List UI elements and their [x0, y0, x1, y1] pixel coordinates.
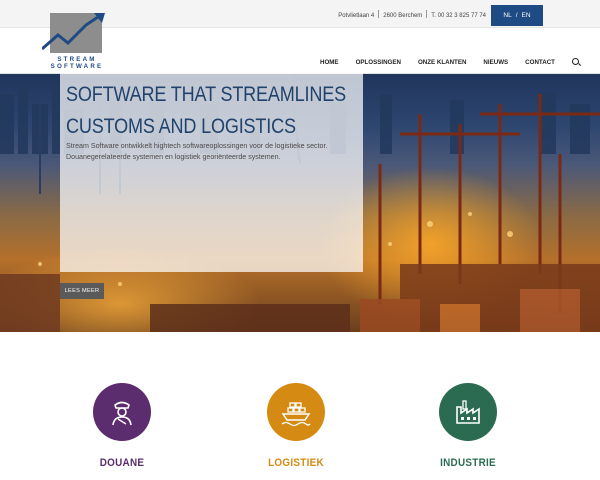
- search-icon[interactable]: [571, 58, 581, 67]
- logo-line-1: STREAM: [57, 56, 97, 63]
- factory-icon[interactable]: [439, 383, 497, 441]
- lang-nl-link[interactable]: NL: [503, 12, 511, 19]
- hero-description-line-1: Stream Software ontwikkelt hightech soft…: [66, 142, 328, 150]
- customs-officer-icon[interactable]: [93, 383, 151, 441]
- hero-title-line-1: SOFTWARE THAT STREAMLINES: [66, 83, 347, 106]
- city: 2600 Berchem: [383, 13, 423, 19]
- logo-text: STREAM SOFTWARE: [50, 56, 104, 70]
- phone-number[interactable]: T. 00 32 3 825 77 74: [431, 13, 486, 19]
- address: Potvlietlaan 4: [338, 13, 375, 19]
- language-switcher: NL / EN: [491, 5, 543, 26]
- contact-info: Potvlietlaan 4 2600 Berchem T. 00 32 3 825…: [338, 10, 486, 19]
- lang-en-link[interactable]: EN: [522, 12, 531, 19]
- feature-label-industrie[interactable]: INDUSTRIE: [405, 457, 531, 469]
- hero-title-line-2: CUSTOMS AND LOGISTICS: [66, 115, 296, 138]
- ship-icon[interactable]: [267, 383, 325, 441]
- nav-nieuws[interactable]: NIEUWS: [483, 59, 508, 66]
- feature-label-douane[interactable]: DOUANE: [59, 457, 185, 469]
- nav-oplossingen[interactable]: OPLOSSINGEN: [356, 59, 401, 66]
- hero-description-line-2: Douanegerelateerde systemen en logistiek…: [66, 153, 281, 161]
- hero-description: Stream Software ontwikkelt hightech soft…: [66, 141, 366, 163]
- nav-home[interactable]: HOME: [320, 59, 339, 66]
- nav-contact[interactable]: CONTACT: [525, 59, 555, 66]
- hero-title: SOFTWARE THAT STREAMLINES CUSTOMS AND LO…: [66, 79, 347, 143]
- lang-separator: /: [515, 12, 518, 19]
- lees-meer-button[interactable]: LEES MEER: [60, 283, 104, 299]
- feature-label-logistiek[interactable]: LOGISTIEK: [233, 457, 359, 469]
- feature-industrie[interactable]: INDUSTRIE: [398, 383, 538, 469]
- nav-onze-klanten[interactable]: ONZE KLANTEN: [418, 59, 466, 66]
- feature-douane[interactable]: DOUANE: [52, 383, 192, 469]
- feature-logistiek[interactable]: LOGISTIEK: [226, 383, 366, 469]
- logo-graph-icon: [42, 13, 105, 53]
- main-nav: HOME OPLOSSINGEN ONZE KLANTEN NIEUWS CON…: [320, 58, 581, 67]
- logo-line-2: SOFTWARE: [50, 63, 104, 70]
